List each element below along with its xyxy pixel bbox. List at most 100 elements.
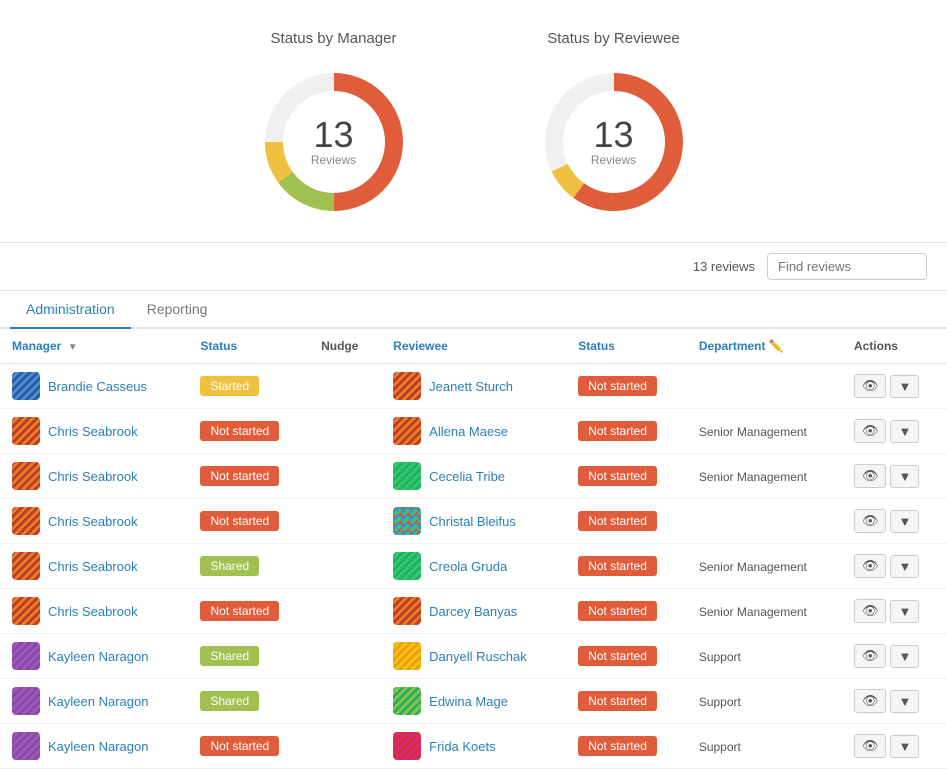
tabs-section: Administration Reporting	[0, 291, 947, 329]
reviewee-status-cell: Not started	[566, 634, 687, 679]
reviewee-donut: 13 Reviews	[534, 62, 694, 222]
manager-status-cell: Shared	[188, 679, 309, 724]
tab-administration[interactable]: Administration	[10, 291, 131, 329]
manager-name[interactable]: Chris Seabrook	[48, 469, 138, 484]
reviewee-name[interactable]: Creola Gruda	[429, 559, 507, 574]
reviewee-avatar	[393, 462, 421, 490]
manager-donut-center: 13 Reviews	[311, 117, 356, 167]
manager-status-cell: Not started	[188, 589, 309, 634]
reviewee-name[interactable]: Frida Koets	[429, 739, 495, 754]
actions-cell: 👁 ▼	[842, 364, 947, 409]
view-button[interactable]: 👁	[854, 419, 887, 443]
tab-reporting[interactable]: Reporting	[131, 291, 224, 329]
dropdown-button[interactable]: ▼	[890, 420, 919, 443]
view-button[interactable]: 👁	[854, 554, 887, 578]
reviewee-name[interactable]: Cecelia Tribe	[429, 469, 505, 484]
manager-status-cell: Not started	[188, 409, 309, 454]
view-button[interactable]: 👁	[854, 599, 887, 623]
manager-name[interactable]: Chris Seabrook	[48, 424, 138, 439]
view-button[interactable]: 👁	[854, 644, 887, 668]
dropdown-button[interactable]: ▼	[890, 645, 919, 668]
dropdown-button[interactable]: ▼	[890, 555, 919, 578]
reviewee-avatar	[393, 552, 421, 580]
manager-status-badge: Shared	[200, 646, 259, 666]
department-text: Support	[699, 740, 741, 754]
view-button[interactable]: 👁	[854, 689, 887, 713]
search-input[interactable]	[767, 253, 927, 280]
reviewee-status-cell: Not started	[566, 454, 687, 499]
reviewee-cell: Christal Bleifus	[381, 499, 566, 544]
department-text: Support	[699, 650, 741, 664]
edit-icon[interactable]: ✏️	[769, 339, 784, 353]
reviewee-cell: Allena Maese	[381, 409, 566, 454]
view-button[interactable]: 👁	[854, 374, 887, 398]
reviewee-status-badge: Not started	[578, 511, 657, 531]
department-cell: Senior Management	[687, 544, 842, 589]
col-manager[interactable]: Manager ▼	[0, 329, 188, 364]
actions-cell: 👁 ▼	[842, 724, 947, 769]
dropdown-button[interactable]: ▼	[890, 735, 919, 758]
department-cell: Support	[687, 679, 842, 724]
manager-avatar	[12, 372, 40, 400]
manager-status-cell: Not started	[188, 499, 309, 544]
reviews-count: 13 reviews	[693, 259, 755, 274]
dropdown-button[interactable]: ▼	[890, 510, 919, 533]
dropdown-button[interactable]: ▼	[890, 600, 919, 623]
manager-name[interactable]: Kayleen Naragon	[48, 694, 148, 709]
nudge-cell	[309, 409, 381, 454]
manager-avatar	[12, 462, 40, 490]
table-row: Chris Seabrook Shared Creola Gruda Not s…	[0, 544, 947, 589]
manager-name[interactable]: Kayleen Naragon	[48, 739, 148, 754]
reviewee-name[interactable]: Darcey Banyas	[429, 604, 517, 619]
reviewee-cell: Edwina Mage	[381, 679, 566, 724]
department-cell: Support	[687, 724, 842, 769]
manager-donut: 13 Reviews	[254, 62, 414, 222]
reviewee-avatar	[393, 417, 421, 445]
reviewee-donut-center: 13 Reviews	[591, 117, 636, 167]
reviewee-name[interactable]: Danyell Ruschak	[429, 649, 527, 664]
reviewee-name[interactable]: Allena Maese	[429, 424, 508, 439]
reviewee-cell: Danyell Ruschak	[381, 634, 566, 679]
manager-cell: Kayleen Naragon	[0, 634, 188, 679]
dropdown-button[interactable]: ▼	[890, 375, 919, 398]
manager-name[interactable]: Chris Seabrook	[48, 559, 138, 574]
reviewee-cell: Jeanett Sturch	[381, 364, 566, 409]
reviewee-count: 13	[591, 117, 636, 153]
manager-chart: Status by Manager 13 Reviews	[254, 30, 414, 222]
manager-name[interactable]: Chris Seabrook	[48, 604, 138, 619]
reviewee-status-badge: Not started	[578, 601, 657, 621]
department-text: Senior Management	[699, 605, 807, 619]
manager-status-badge: Not started	[200, 511, 279, 531]
manager-name[interactable]: Chris Seabrook	[48, 514, 138, 529]
view-button[interactable]: 👁	[854, 509, 887, 533]
col-reviewee-status: Status	[566, 329, 687, 364]
table-row: Kayleen Naragon Shared Edwina Mage Not s…	[0, 679, 947, 724]
reviewee-name[interactable]: Jeanett Sturch	[429, 379, 513, 394]
reviewee-status-badge: Not started	[578, 736, 657, 756]
table-row: Chris Seabrook Not started Christal Blei…	[0, 499, 947, 544]
col-reviewee: Reviewee	[381, 329, 566, 364]
manager-status-badge: Not started	[200, 736, 279, 756]
actions-cell: 👁 ▼	[842, 679, 947, 724]
dropdown-button[interactable]: ▼	[890, 465, 919, 488]
view-button[interactable]: 👁	[854, 464, 887, 488]
manager-status-badge: Shared	[200, 556, 259, 576]
dropdown-button[interactable]: ▼	[890, 690, 919, 713]
reviewee-name[interactable]: Christal Bleifus	[429, 514, 516, 529]
reviewee-status-badge: Not started	[578, 376, 657, 396]
nudge-cell	[309, 589, 381, 634]
reviewee-avatar	[393, 732, 421, 760]
table-row: Kayleen Naragon Shared Danyell Ruschak N…	[0, 634, 947, 679]
col-department: Department ✏️	[687, 329, 842, 364]
manager-name[interactable]: Kayleen Naragon	[48, 649, 148, 664]
manager-chart-title: Status by Manager	[271, 30, 397, 47]
manager-status-cell: Not started	[188, 454, 309, 499]
reviewee-cell: Frida Koets	[381, 724, 566, 769]
view-button[interactable]: 👁	[854, 734, 887, 758]
manager-status-badge: Started	[200, 376, 259, 396]
reviewee-avatar	[393, 372, 421, 400]
table-header-row: Manager ▼ Status Nudge Reviewee Status D…	[0, 329, 947, 364]
manager-name[interactable]: Brandie Casseus	[48, 379, 147, 394]
sort-icon: ▼	[68, 342, 78, 353]
reviewee-name[interactable]: Edwina Mage	[429, 694, 508, 709]
